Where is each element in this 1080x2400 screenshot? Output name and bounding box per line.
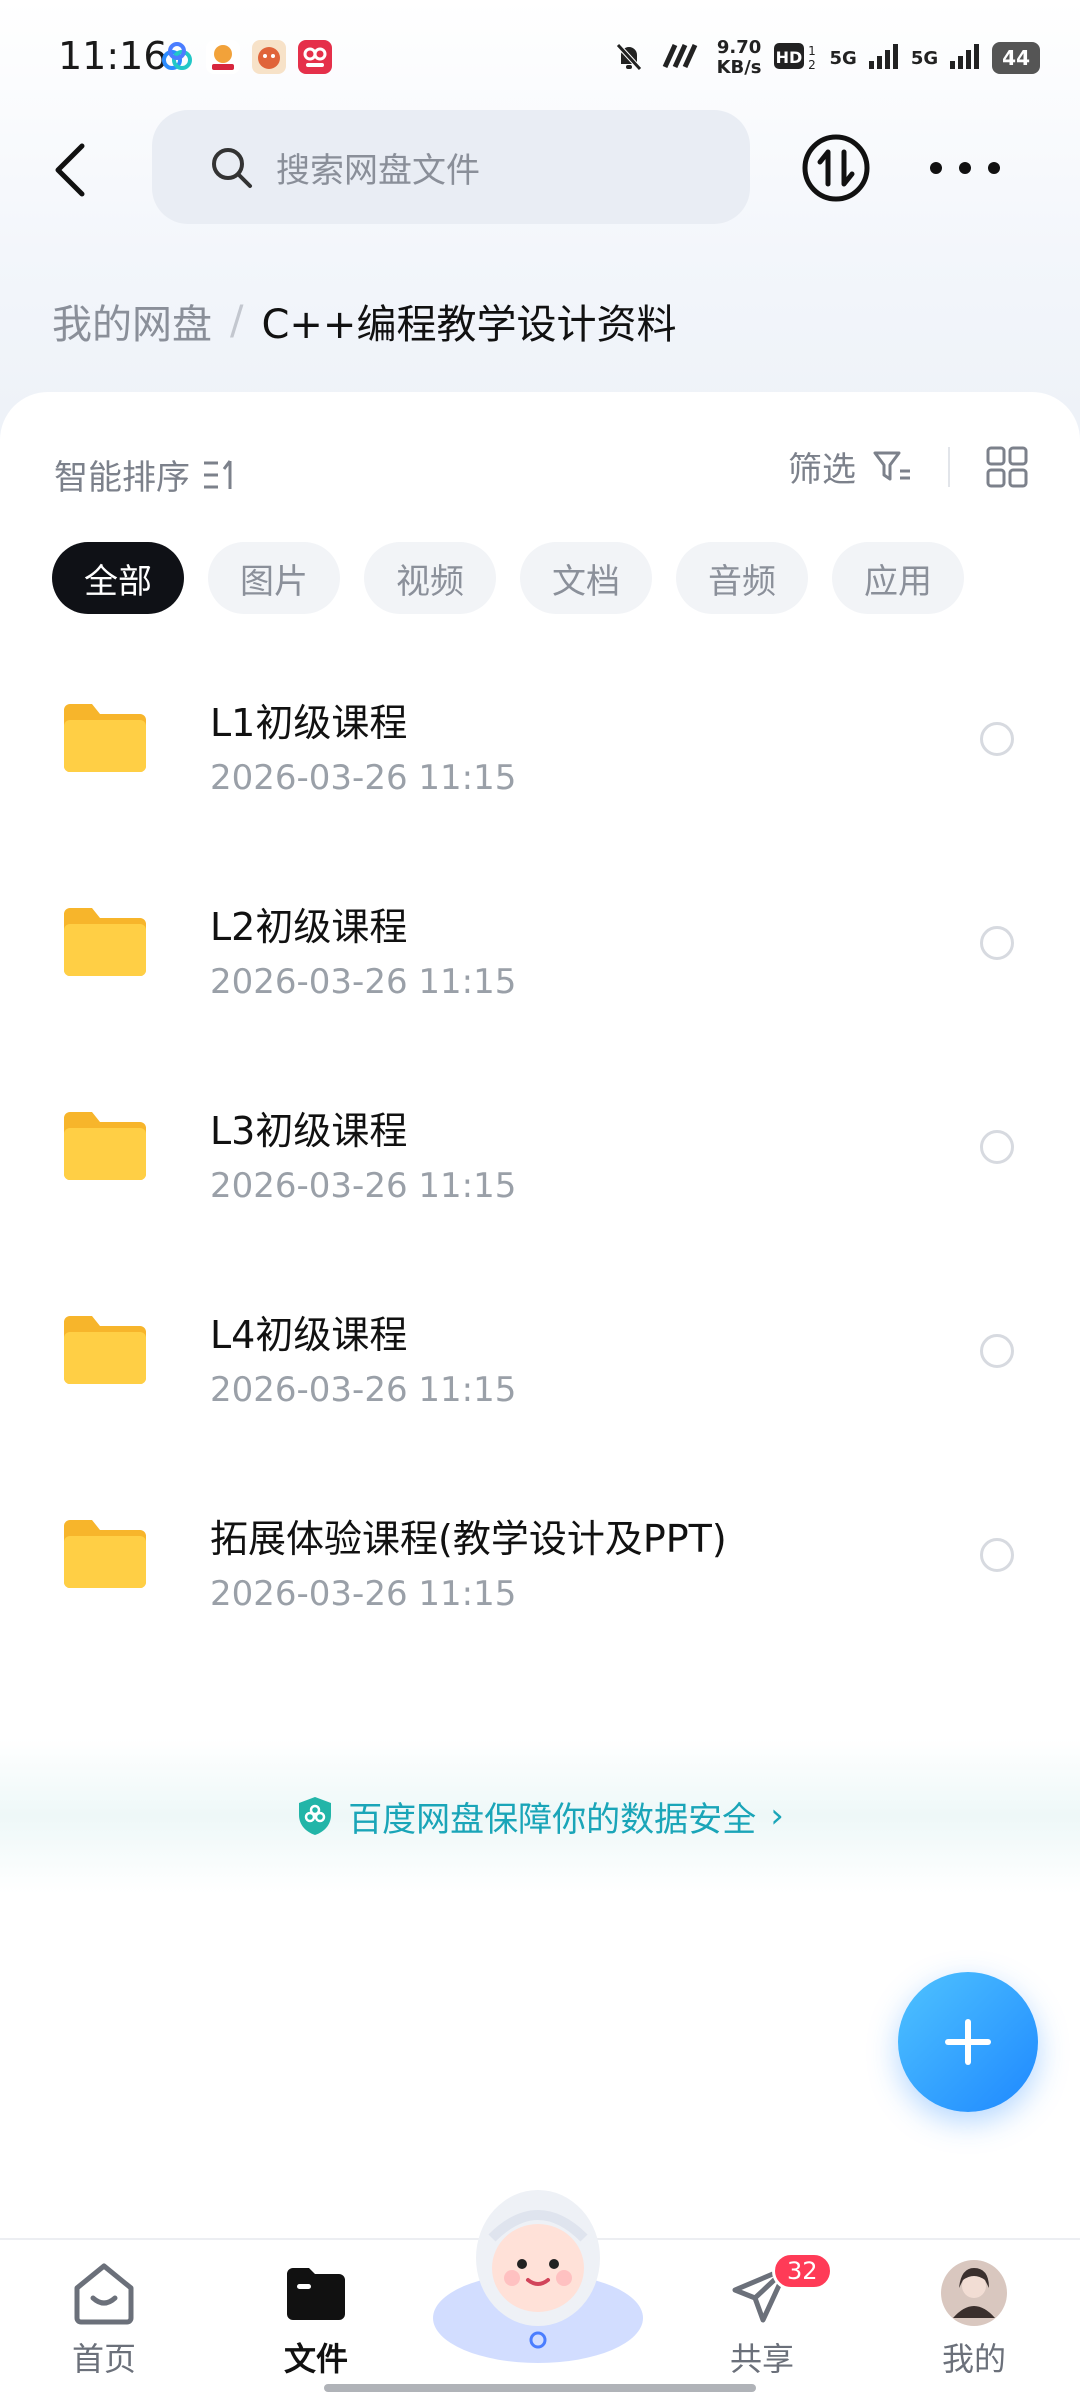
chevron-left-icon: [55, 143, 85, 197]
file-date: 2026-03-26 11:15: [210, 1574, 517, 1614]
tab-audio[interactable]: 音频: [676, 542, 808, 614]
signal-2-label: 5G: [910, 47, 939, 69]
breadcrumb-current: C++编程教学设计资料: [261, 302, 677, 348]
more-dot-icon: [930, 162, 942, 174]
sort-icon: [204, 459, 232, 489]
add-button[interactable]: [898, 1972, 1038, 2112]
folder-icon: [64, 908, 146, 976]
plus-icon: [945, 2019, 991, 2065]
sort-button[interactable]: 智能排序: [54, 450, 240, 499]
nav-files-label: 文件: [283, 2340, 348, 2378]
more-dot-icon: [959, 162, 971, 174]
filter-label[interactable]: 筛选: [788, 442, 856, 491]
select-checkbox[interactable]: [980, 926, 1014, 960]
folder-icon: [64, 1112, 146, 1180]
tab-videos[interactable]: 视频: [364, 542, 496, 614]
shopping-app-icon: [298, 40, 332, 74]
cloud-app-icon: [160, 40, 194, 74]
network-speed: 9.70 KB/s: [717, 38, 762, 78]
breadcrumb: 我的网盘 / C++编程教学设计资料: [52, 292, 676, 350]
chevron-right-icon: ›: [770, 1796, 784, 1836]
grid-view-icon[interactable]: [986, 446, 1028, 488]
folder-icon: [64, 1316, 146, 1384]
network-mode-icon: [657, 41, 705, 76]
svg-text:2: 2: [808, 58, 816, 71]
nav-mine-label: 我的: [941, 2340, 1006, 2378]
file-date: 2026-03-26 11:15: [210, 1370, 517, 1410]
game-app-icon: [252, 40, 286, 74]
tab-images[interactable]: 图片: [208, 542, 340, 614]
list-item[interactable]: 拓展体验课程(教学设计及PPT) 2026-03-26 11:15: [0, 1468, 1080, 1672]
filter-icon[interactable]: [872, 449, 912, 485]
home-indicator: [324, 2384, 756, 2392]
status-bar: 11:16 9.70 KB/s HD 1 2 5G 5G 44: [0, 0, 1080, 116]
more-dot-icon: [988, 162, 1000, 174]
filter-area: 筛选: [788, 442, 1028, 491]
avatar: [941, 2260, 1007, 2326]
hd-icon: HD 1 2: [773, 41, 818, 76]
category-tabs: 全部 图片 视频 文档 音频 应用: [52, 542, 964, 614]
folder-nav-icon: [287, 2268, 345, 2320]
file-name: 拓展体验课程(教学设计及PPT): [210, 1517, 727, 1561]
data-safety-banner[interactable]: 百度网盘保障你的数据安全 ›: [0, 1738, 1080, 1894]
file-name: L1初级课程: [210, 701, 408, 745]
file-date: 2026-03-26 11:15: [210, 758, 517, 798]
tab-documents[interactable]: 文档: [520, 542, 652, 614]
signal-1-label: 5G: [829, 47, 857, 69]
assistant-mascot[interactable]: [428, 2168, 648, 2368]
network-speed-value: 9.70: [716, 37, 762, 58]
toolbar-divider: [948, 446, 950, 487]
list-item[interactable]: L4初级课程 2026-03-26 11:15: [0, 1264, 1080, 1468]
nav-files[interactable]: 文件: [246, 2258, 386, 2388]
nav-share-label: 共享: [729, 2340, 794, 2378]
nav-home[interactable]: 首页: [34, 2258, 174, 2388]
signal-bars-2-icon: [950, 43, 980, 74]
signal-bars-1-icon: [868, 43, 899, 74]
select-checkbox[interactable]: [980, 1130, 1014, 1164]
home-icon: [74, 2263, 134, 2325]
tab-all[interactable]: 全部: [52, 542, 184, 614]
nav-share[interactable]: 32 共享: [692, 2252, 833, 2388]
folder-icon: [64, 704, 146, 772]
svg-text:HD: HD: [775, 48, 802, 67]
mute-bell-icon: [613, 40, 645, 77]
nav-home-label: 首页: [71, 2340, 136, 2378]
nav-mine[interactable]: 我的: [904, 2258, 1044, 2388]
file-name: L3初级课程: [210, 1109, 408, 1153]
more-options-button[interactable]: [930, 140, 1000, 196]
breadcrumb-root[interactable]: 我的网盘: [52, 292, 212, 350]
file-list: L1初级课程 2026-03-26 11:15 L2初级课程 2026-03-2…: [0, 652, 1080, 1672]
tab-apps[interactable]: 应用: [832, 542, 964, 614]
search-input[interactable]: 搜索网盘文件: [152, 110, 750, 224]
mascot-icon: [433, 2190, 643, 2363]
safety-text: 百度网盘保障你的数据安全: [348, 1799, 757, 1840]
select-checkbox[interactable]: [980, 722, 1014, 756]
file-panel: 智能排序 筛选 全部 图片 视频 文档 音频 应用 L1初级课程 2026-03…: [0, 392, 1080, 2242]
carrier-app-icon: [206, 40, 240, 74]
sort-label: 智能排序: [54, 458, 190, 498]
list-item[interactable]: L1初级课程 2026-03-26 11:15: [0, 652, 1080, 856]
transfer-icon: [802, 134, 870, 202]
file-date: 2026-03-26 11:15: [210, 962, 517, 1002]
select-checkbox[interactable]: [980, 1538, 1014, 1572]
file-name: L4初级课程: [210, 1313, 408, 1357]
search-icon: [212, 148, 252, 188]
status-time: 11:16: [58, 34, 168, 78]
battery-indicator: 44: [992, 42, 1040, 74]
share-badge: 32: [772, 2252, 833, 2290]
status-indicators: 9.70 KB/s HD 1 2 5G 5G 44: [613, 36, 1040, 80]
shield-icon: [299, 1797, 332, 1835]
network-speed-unit: KB/s: [716, 57, 762, 78]
select-checkbox[interactable]: [980, 1334, 1014, 1368]
file-date: 2026-03-26 11:15: [210, 1166, 517, 1206]
transfer-button[interactable]: [800, 132, 872, 204]
folder-icon: [64, 1520, 146, 1588]
breadcrumb-separator: /: [230, 298, 244, 344]
back-button[interactable]: [40, 130, 100, 210]
list-item[interactable]: L2初级课程 2026-03-26 11:15: [0, 856, 1080, 1060]
file-name: L2初级课程: [210, 905, 408, 949]
list-item[interactable]: L3初级课程 2026-03-26 11:15: [0, 1060, 1080, 1264]
svg-text:1: 1: [808, 44, 816, 58]
search-placeholder: 搜索网盘文件: [276, 150, 480, 191]
